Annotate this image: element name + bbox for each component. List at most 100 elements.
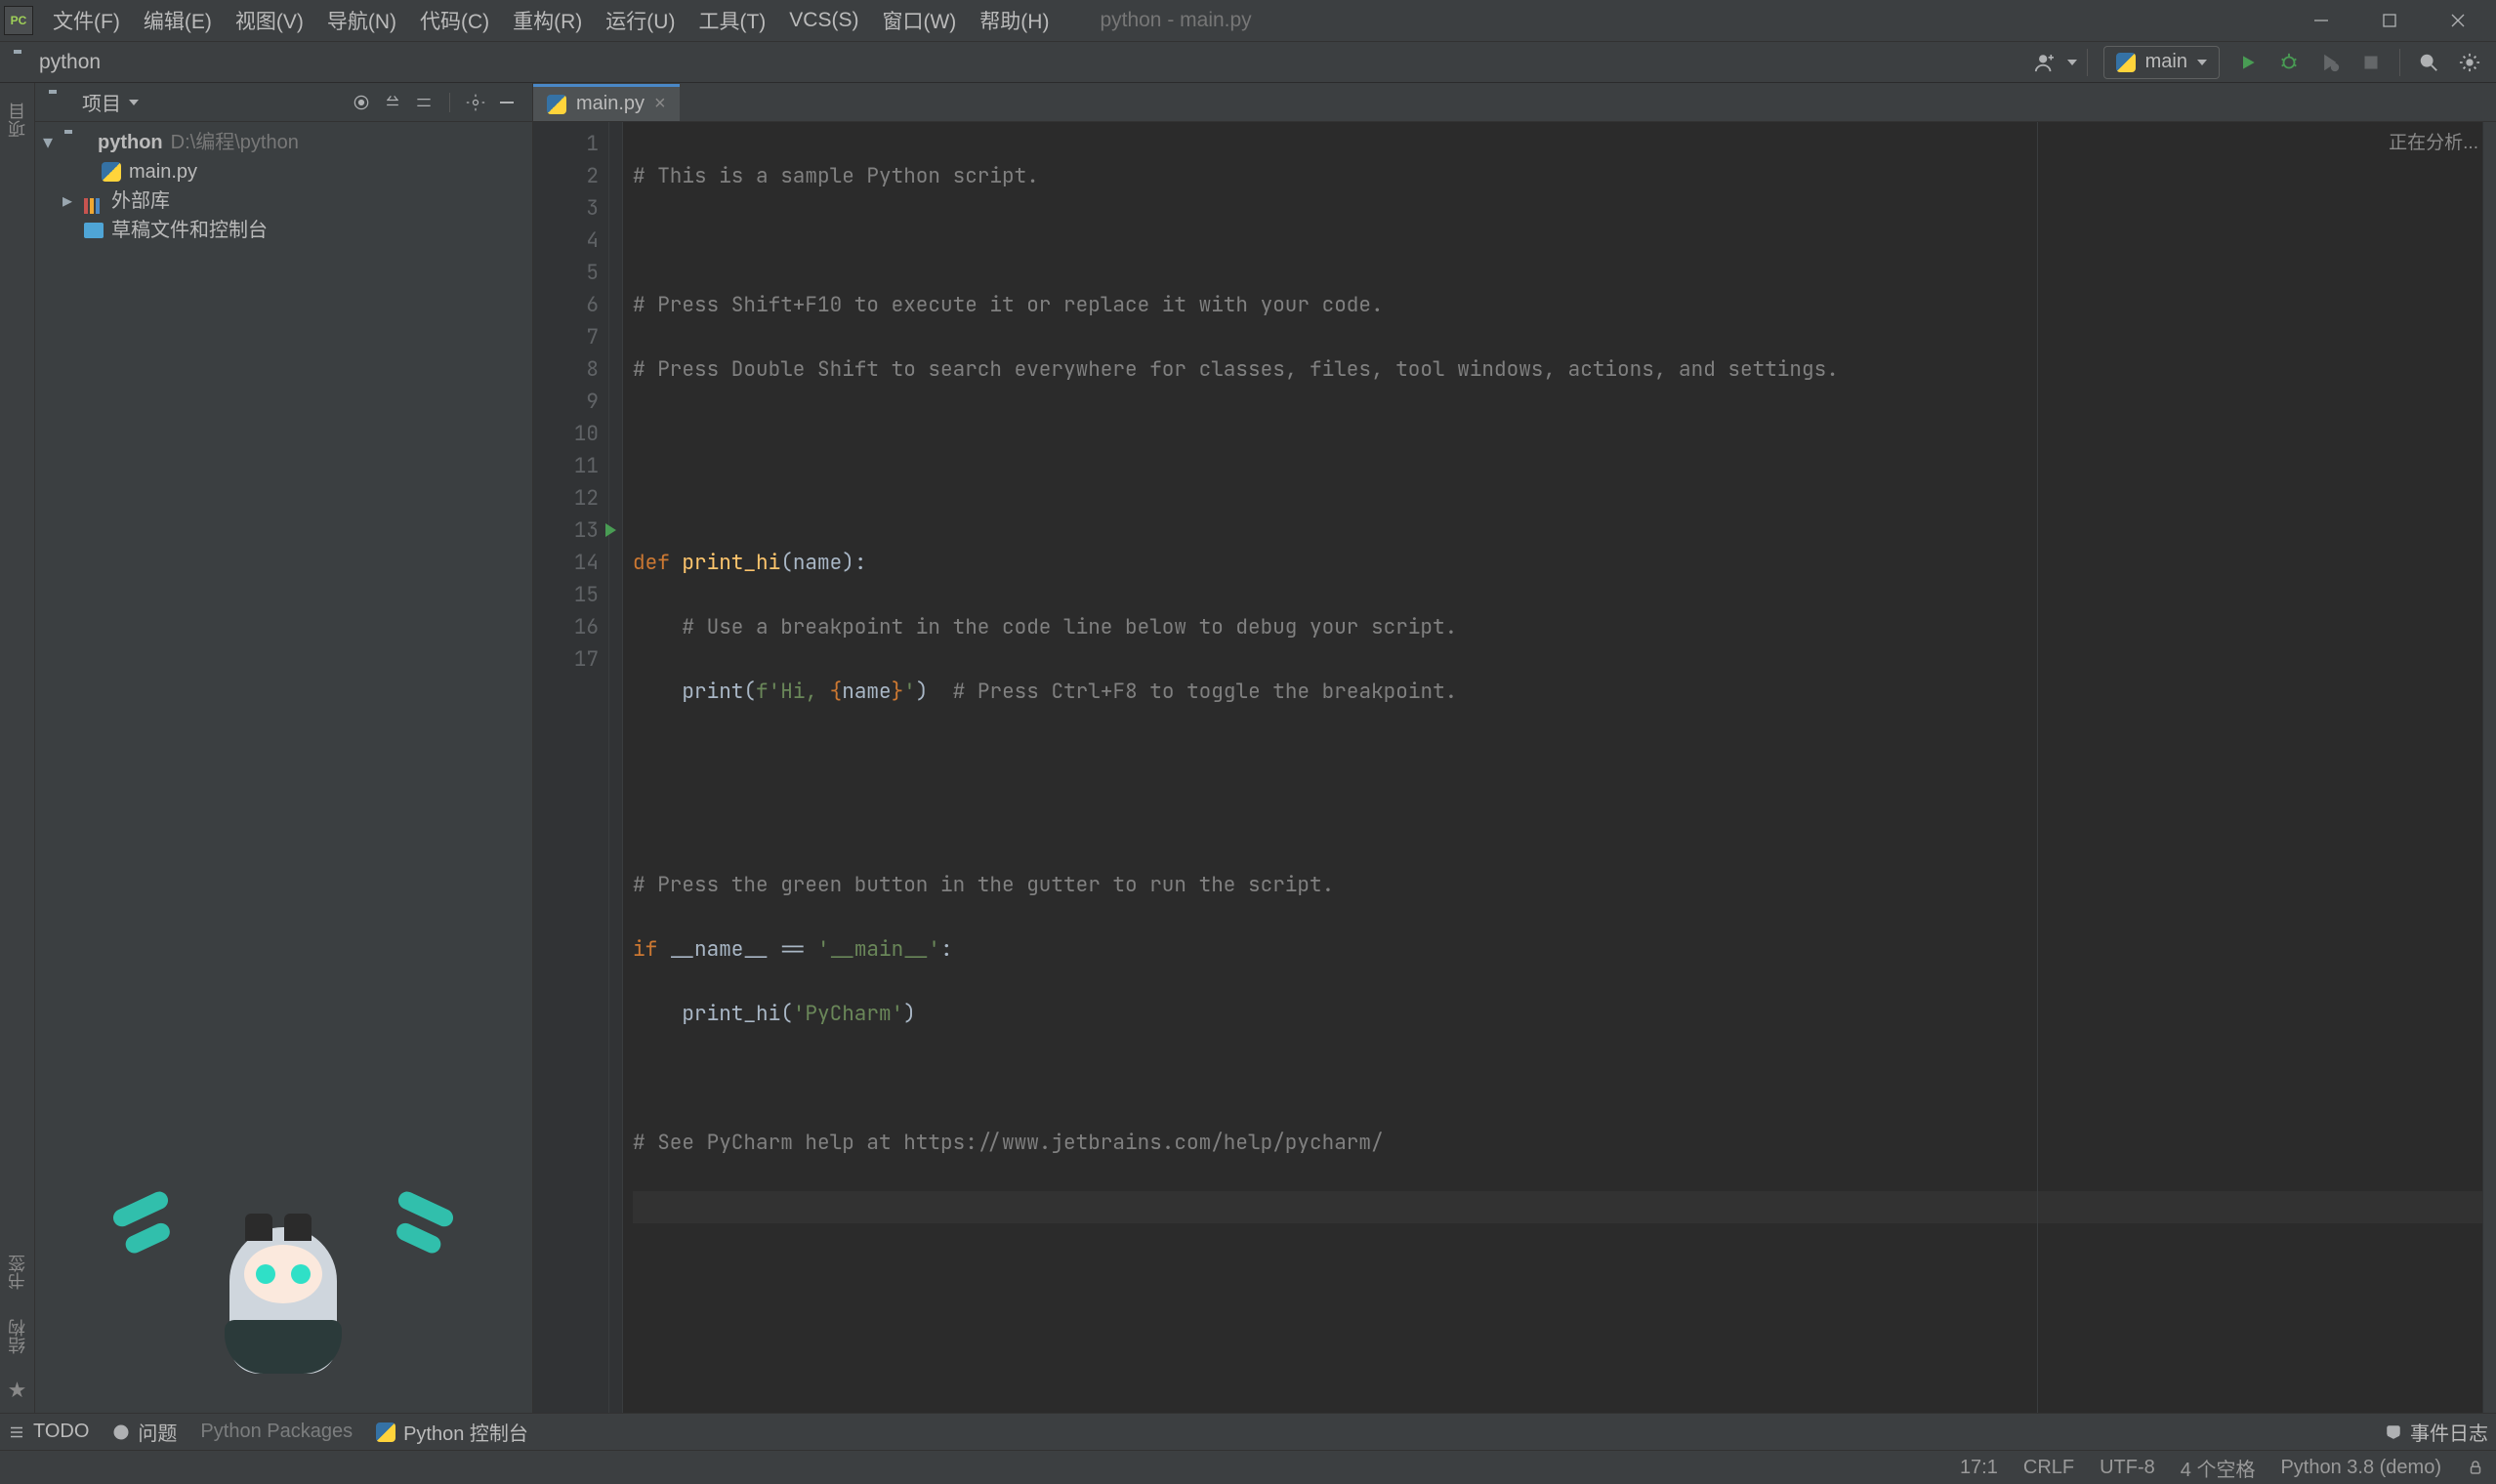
project-tree: ▾ python D:\编程\python main.py ▸ 外部库	[35, 122, 532, 251]
close-tab-icon[interactable]: ×	[654, 93, 666, 115]
menubar: PC 文件(F) 编辑(E) 视图(V) 导航(N) 代码(C) 重构(R) 运…	[0, 0, 2496, 41]
left-stripe: 项目 书签 结构 ★	[0, 83, 35, 1413]
external-libs-icon	[84, 193, 104, 209]
bookmarks-tool-button[interactable]: 书签	[5, 1247, 30, 1298]
maximize-button[interactable]	[2375, 6, 2404, 35]
add-user-dropdown-icon[interactable]	[2067, 60, 2077, 65]
close-button[interactable]	[2443, 6, 2473, 35]
status-caret-pos[interactable]: 17:1	[1960, 1457, 1998, 1479]
chevron-down-icon: ▾	[43, 128, 57, 157]
collapse-all-icon[interactable]	[412, 91, 436, 114]
python-console-label: Python 控制台	[403, 1418, 528, 1446]
tree-file-main[interactable]: main.py	[39, 157, 528, 186]
code-area[interactable]: 1234 5678 9101112 13 14151617 # This is …	[533, 122, 2496, 1413]
svg-text:+: +	[2048, 53, 2053, 62]
python-console-tool-button[interactable]: Python 控制台	[376, 1418, 528, 1446]
tree-scratches[interactable]: 草稿文件和控制台	[39, 216, 528, 245]
run-button[interactable]	[2229, 44, 2267, 81]
project-tool-window: 项目 ▾ python D:\编程\python	[35, 83, 533, 1413]
run-gutter-icon[interactable]	[605, 523, 616, 537]
main-area: 项目 书签 结构 ★ 项目 ▾ pytho	[0, 83, 2496, 1413]
stop-button[interactable]	[2352, 44, 2390, 81]
menu-view[interactable]: 视图(V)	[224, 0, 315, 41]
status-encoding[interactable]: UTF-8	[2100, 1457, 2155, 1479]
code-line: # Press Shift+F10 to execute it or repla…	[633, 292, 1384, 318]
code-token: f'Hi,	[756, 679, 830, 705]
menu-file[interactable]: 文件(F)	[41, 0, 132, 41]
status-interpreter[interactable]: Python 3.8 (demo)	[2280, 1457, 2441, 1479]
debug-button[interactable]	[2270, 44, 2308, 81]
search-everywhere-button[interactable]	[2410, 44, 2447, 81]
hide-tool-icon[interactable]	[495, 91, 519, 114]
code-token: # Press Ctrl+F8 to toggle the breakpoint…	[928, 679, 1457, 705]
status-indent[interactable]: 4 个空格	[2181, 1454, 2256, 1482]
editor: main.py × 正在分析... 1234 5678 9101112 13 1…	[533, 83, 2496, 1413]
todo-label: TODO	[33, 1421, 89, 1443]
window-controls	[2307, 6, 2492, 35]
code-token: '	[903, 679, 916, 705]
problems-tool-button[interactable]: 问题	[112, 1418, 177, 1446]
menu-refactor[interactable]: 重构(R)	[501, 0, 594, 41]
tab-main[interactable]: main.py ×	[533, 84, 680, 121]
code-token: {	[830, 679, 843, 705]
expand-all-icon[interactable]	[381, 91, 404, 114]
menu-navigate[interactable]: 导航(N)	[315, 0, 408, 41]
tree-root-path: D:\编程\python	[171, 128, 299, 157]
right-margin-guide	[2037, 122, 2038, 1413]
problems-label: 问题	[138, 1418, 177, 1446]
tree-root-row[interactable]: ▾ python D:\编程\python	[39, 128, 528, 157]
tab-label: main.py	[576, 93, 645, 115]
event-log-button[interactable]: 事件日志	[2385, 1418, 2488, 1446]
project-folder-icon	[14, 54, 31, 71]
add-user-icon[interactable]: +	[2026, 44, 2063, 81]
tool-settings-icon[interactable]	[464, 91, 487, 114]
menu-help[interactable]: 帮助(H)	[968, 0, 1061, 41]
code-token: def	[633, 550, 682, 576]
menu-vcs[interactable]: VCS(S)	[777, 0, 870, 41]
readonly-lock-icon[interactable]	[2467, 1459, 2484, 1476]
tree-root-name: python	[98, 128, 163, 157]
folder-icon	[64, 134, 82, 151]
tree-file-name: main.py	[129, 157, 197, 186]
tree-external-libs[interactable]: ▸ 外部库	[39, 186, 528, 216]
nav-project-name[interactable]: python	[39, 51, 101, 74]
code-token: (	[743, 679, 756, 705]
menu-tools[interactable]: 工具(T)	[686, 0, 777, 41]
menu-edit[interactable]: 编辑(E)	[132, 0, 224, 41]
code-line: # Press the green button in the gutter t…	[633, 872, 1334, 898]
project-tool-button[interactable]: 项目	[5, 95, 30, 145]
code-token: print_hi(	[633, 1001, 793, 1027]
todo-tool-button[interactable]: TODO	[8, 1421, 89, 1443]
code-token: :	[940, 936, 953, 963]
scratches-icon	[84, 223, 104, 238]
chevron-down-icon	[2197, 60, 2207, 65]
separator	[449, 93, 450, 112]
code-token: if	[633, 936, 670, 963]
select-opened-file-icon[interactable]	[350, 91, 373, 114]
code-line: # See PyCharm help at https://www.jetbra…	[633, 1130, 1384, 1156]
run-config-selector[interactable]: main	[2103, 46, 2220, 79]
title-text: python - main.py	[1100, 9, 1251, 32]
code-text[interactable]: # This is a sample Python script. # Pres…	[623, 122, 2496, 1413]
event-log-label: 事件日志	[2410, 1418, 2488, 1446]
editor-scrollbar[interactable]	[2482, 122, 2496, 1413]
code-line: # Use a breakpoint in the code line belo…	[633, 614, 1457, 640]
status-line-separator[interactable]: CRLF	[2023, 1457, 2074, 1479]
structure-tool-button[interactable]: 结构	[5, 1311, 30, 1362]
menu-window[interactable]: 窗口(W)	[870, 0, 968, 41]
code-token: '__main__'	[817, 936, 940, 963]
run-coverage-button[interactable]	[2311, 44, 2349, 81]
chevron-right-icon: ▸	[62, 186, 76, 216]
menu-run[interactable]: 运行(U)	[594, 0, 686, 41]
code-token: name	[842, 679, 891, 705]
settings-button[interactable]	[2451, 44, 2488, 81]
code-line: # Press Double Shift to search everywher…	[633, 356, 1839, 383]
menu-code[interactable]: 代码(C)	[408, 0, 501, 41]
favorites-icon[interactable]: ★	[8, 1378, 27, 1403]
minimize-button[interactable]	[2307, 6, 2336, 35]
project-view-dropdown-icon[interactable]	[129, 100, 139, 105]
code-token: )	[903, 1001, 916, 1027]
python-packages-tool-button[interactable]: Python Packages	[200, 1421, 353, 1443]
project-tool-header: 项目	[35, 83, 532, 122]
code-token: print	[682, 679, 743, 705]
